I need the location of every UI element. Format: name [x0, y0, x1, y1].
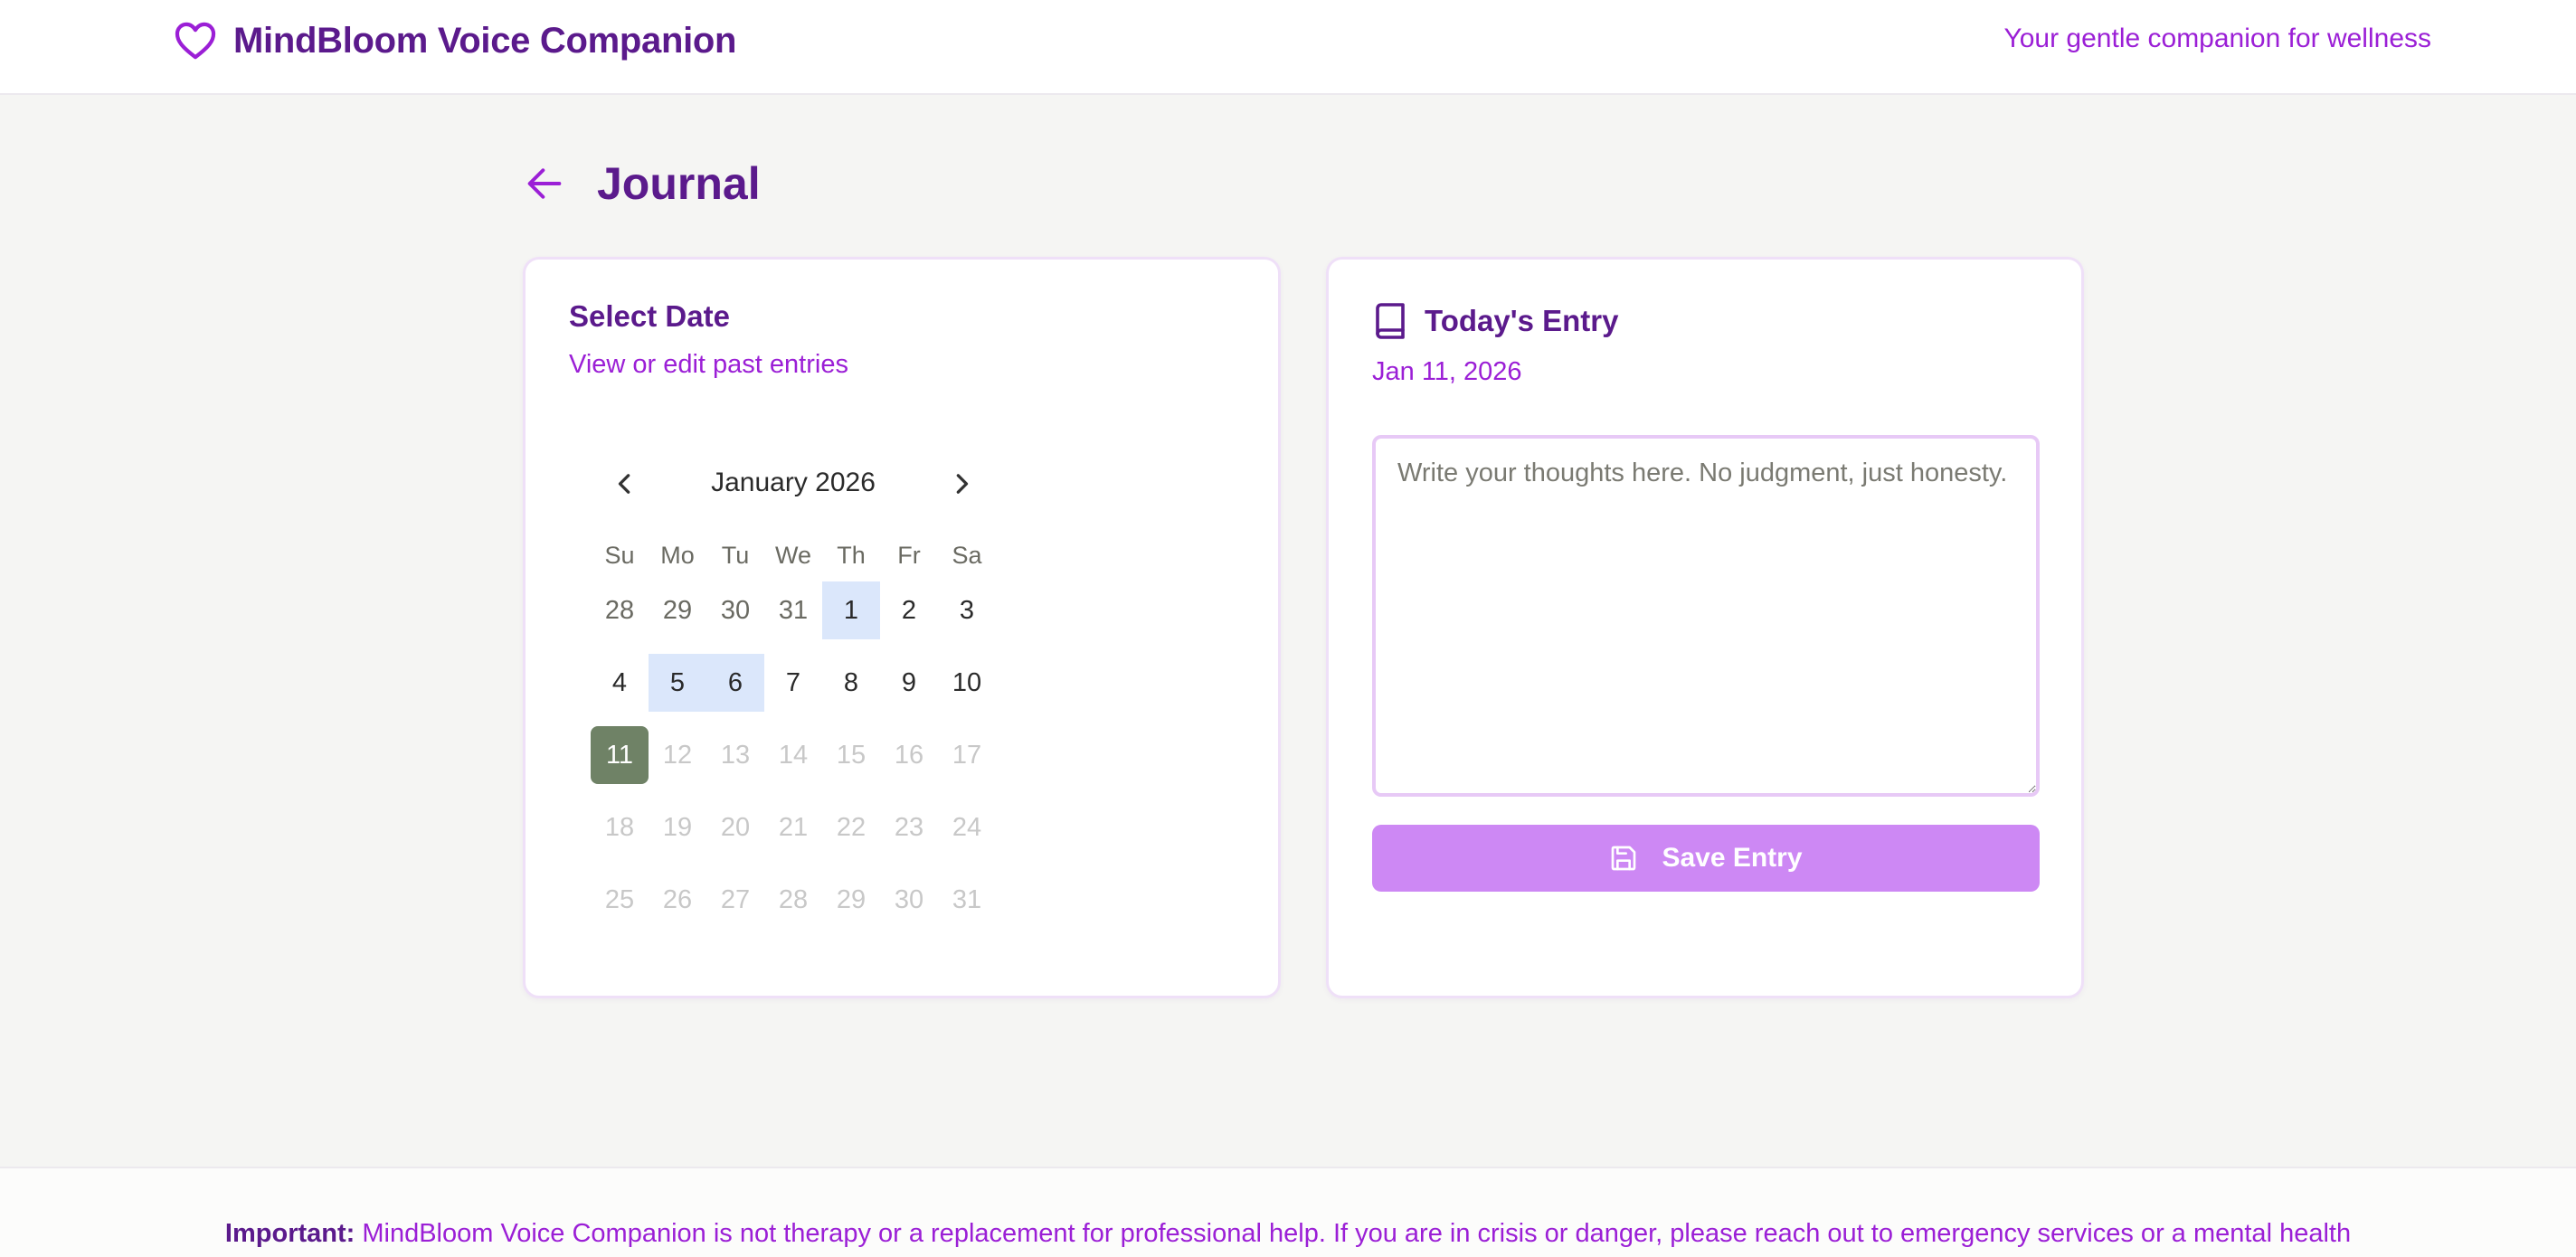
calendar-day: 15: [836, 740, 867, 770]
app-header: MindBloom Voice Companion Your gentle co…: [0, 0, 2576, 95]
calendar-day: 24: [952, 812, 982, 842]
calendar-day: 22: [836, 812, 867, 842]
back-button[interactable]: [523, 162, 566, 205]
calendar-day: 28: [778, 884, 809, 914]
calendar-day[interactable]: 8: [822, 654, 880, 712]
calendar-day: 31: [952, 884, 982, 914]
disclaimer-text: Important: MindBloom Voice Companion is …: [0, 1215, 2576, 1252]
header-tagline: Your gentle companion for wellness: [2003, 24, 2431, 53]
weekday-header: Sa: [952, 541, 982, 569]
calendar-day: 20: [720, 812, 751, 842]
save-entry-label: Save Entry: [1662, 843, 1803, 873]
calendar-day: 12: [662, 740, 693, 770]
calendar-day: 19: [662, 812, 693, 842]
calendar-day: 14: [778, 740, 809, 770]
save-entry-button[interactable]: Save Entry: [1372, 825, 2040, 892]
weekday-header: Mo: [660, 541, 695, 569]
weekday-header: Fr: [897, 541, 921, 569]
next-month-button[interactable]: [940, 462, 983, 506]
calendar-day: 13: [720, 740, 751, 770]
calendar: January 2026 Su Mo Tu We Th Fr Sa 28 29 30 31 1 2 3 4 5…: [591, 457, 996, 943]
calendar-day[interactable]: 10: [938, 654, 996, 712]
calendar-nav: January 2026: [591, 457, 996, 511]
calendar-day[interactable]: 7: [764, 654, 822, 712]
calendar-day[interactable]: 9: [880, 654, 938, 712]
calendar-day[interactable]: 5: [649, 654, 706, 712]
calendar-day[interactable]: 1: [822, 581, 880, 639]
entry-heading: Today's Entry: [1425, 304, 1619, 337]
select-date-heading: Select Date: [569, 299, 730, 333]
calendar-day: 29: [836, 884, 867, 914]
calendar-day[interactable]: 31: [764, 581, 822, 639]
calendar-day[interactable]: 4: [591, 654, 649, 712]
calendar-day[interactable]: 3: [938, 581, 996, 639]
calendar-day[interactable]: 29: [649, 581, 706, 639]
calendar-day-selected[interactable]: 11: [591, 726, 649, 784]
calendar-day: 23: [894, 812, 924, 842]
save-icon: [1612, 846, 1636, 871]
todays-entry-card: Today's Entry Jan 11, 2026 Save Entry: [1326, 257, 2084, 998]
entry-header: Today's Entry: [1372, 301, 1618, 341]
calendar-day: 27: [720, 884, 751, 914]
calendar-day: 26: [662, 884, 693, 914]
disclaimer-important-label: Important:: [224, 1219, 355, 1248]
disclaimer-notice: MindBloom Voice Companion is not therapy…: [362, 1219, 2352, 1248]
calendar-day: 16: [894, 740, 924, 770]
page-title-row: Journal: [523, 152, 761, 215]
weekday-header: Tu: [721, 541, 750, 569]
book-icon: [1372, 301, 1408, 341]
calendar-day[interactable]: 2: [880, 581, 938, 639]
chevron-right-icon: [956, 474, 969, 494]
weekday-header: Su: [604, 541, 635, 569]
select-date-card: Select Date View or edit past entries Ja…: [523, 257, 1281, 998]
select-date-subheading: View or edit past entries: [569, 350, 848, 379]
heart-icon: [174, 19, 217, 62]
calendar-grid: Su Mo Tu We Th Fr Sa 28 29 30 31 1 2 3 4 5 6 7 8 9 10 11 12 13 1…: [591, 529, 996, 943]
weekday-header: Th: [837, 541, 866, 569]
brand-title: MindBloom Voice Companion: [233, 20, 737, 61]
weekday-header: We: [774, 541, 811, 569]
calendar-day: 21: [778, 812, 809, 842]
arrow-left-icon: [527, 168, 562, 199]
calendar-day[interactable]: 6: [706, 654, 764, 712]
page-title: Journal: [597, 158, 761, 209]
calendar-day: 30: [894, 884, 924, 914]
calendar-day[interactable]: 28: [591, 581, 649, 639]
calendar-day[interactable]: 30: [706, 581, 764, 639]
brand[interactable]: MindBloom Voice Companion: [174, 18, 737, 63]
calendar-day: 17: [952, 740, 982, 770]
journal-entry-textarea[interactable]: [1372, 435, 2040, 797]
calendar-day: 25: [604, 884, 635, 914]
disclaimer-footer: Important: MindBloom Voice Companion is …: [0, 1167, 2576, 1257]
entry-date: Jan 11, 2026: [1372, 357, 1522, 386]
calendar-caption: January 2026: [711, 468, 876, 497]
calendar-day: 18: [604, 812, 635, 842]
